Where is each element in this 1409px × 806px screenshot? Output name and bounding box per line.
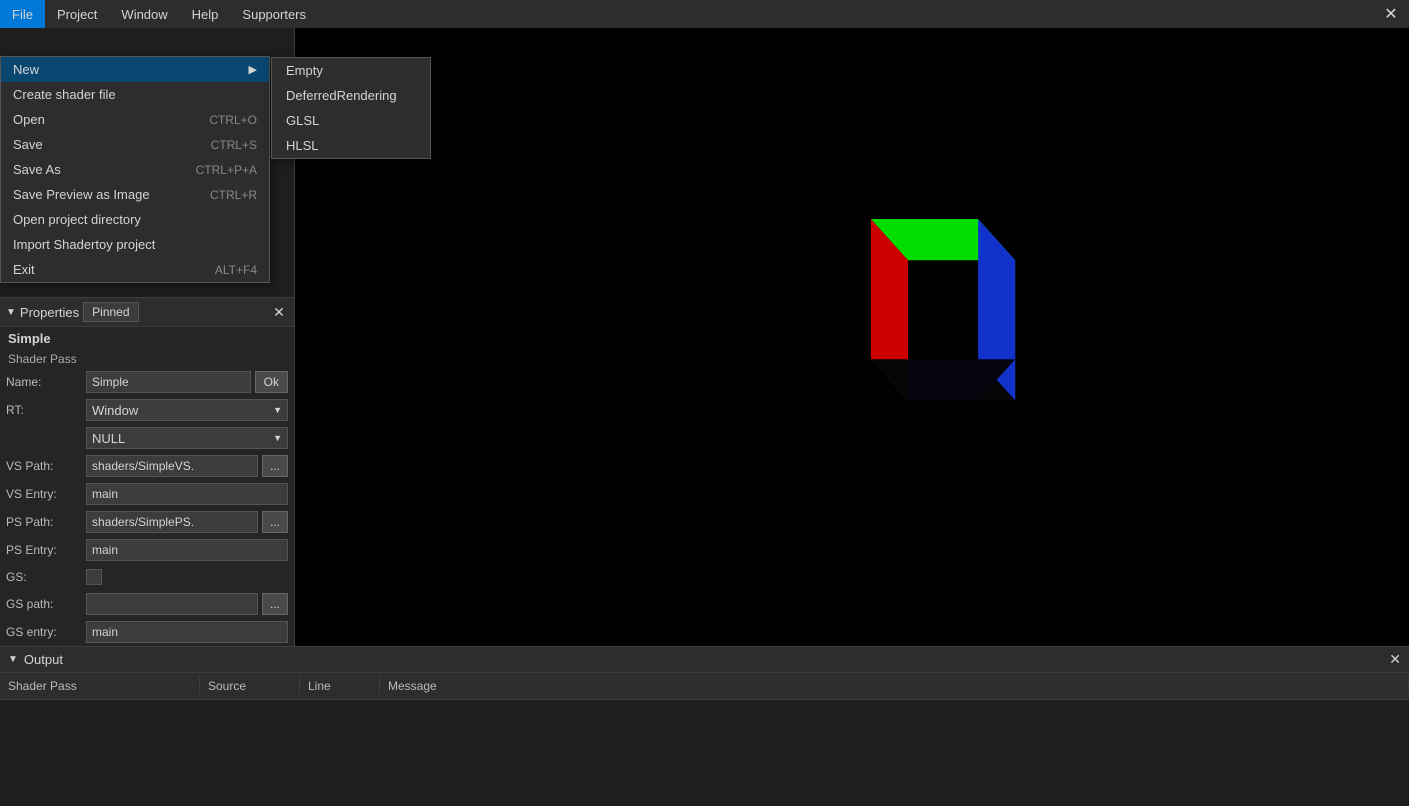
- output-table-header: Shader Pass Source Line Message: [0, 673, 1409, 700]
- viewport[interactable]: [295, 28, 1409, 646]
- prop-row-ps-entry: PS Entry:: [0, 536, 294, 564]
- prop-dropdown-rt2[interactable]: NULL ▼: [86, 427, 288, 449]
- menu-window[interactable]: Window: [109, 0, 179, 28]
- menu-item-save-preview[interactable]: Save Preview as Image CTRL+R: [1, 182, 269, 207]
- properties-pin-button[interactable]: Pinned: [83, 302, 138, 322]
- submenu-empty[interactable]: Empty: [272, 58, 430, 83]
- prop-input-gs-entry[interactable]: [86, 621, 288, 643]
- prop-row-gs-path: GS path: ...: [0, 590, 294, 618]
- prop-value-vs-path: ...: [86, 455, 288, 477]
- menubar: File Project Window Help Supporters ✕: [0, 0, 1409, 28]
- prop-row-gs-entry: GS entry:: [0, 618, 294, 646]
- prop-row-rt: RT: Window ▼: [0, 396, 294, 424]
- prop-value-rt2: NULL ▼: [86, 427, 288, 449]
- properties-subsection-title: Shader Pass: [0, 350, 294, 368]
- output-content: [0, 700, 1409, 806]
- output-col-shader-pass: Shader Pass: [0, 677, 200, 695]
- prop-ok-button[interactable]: Ok: [255, 371, 288, 393]
- menu-item-exit[interactable]: Exit ALT+F4: [1, 257, 269, 282]
- prop-value-rt: Window ▼: [86, 399, 288, 421]
- output-col-line: Line: [300, 677, 380, 695]
- properties-collapse-icon[interactable]: ▼: [6, 307, 16, 318]
- window-close-button[interactable]: ✕: [1373, 0, 1409, 28]
- prop-value-gs-entry: [86, 621, 288, 643]
- properties-header: ▼ Properties Pinned ✕: [0, 298, 294, 327]
- prop-label-gs: GS:: [6, 570, 86, 584]
- properties-close-button[interactable]: ✕: [270, 303, 288, 321]
- properties-section-title: Simple: [0, 327, 294, 350]
- prop-input-ps-entry[interactable]: [86, 539, 288, 561]
- prop-row-vs-path: VS Path: ...: [0, 452, 294, 480]
- prop-input-vs-entry[interactable]: [86, 483, 288, 505]
- prop-label-gs-entry: GS entry:: [6, 625, 86, 639]
- output-panel: ▼ Output ✕ Shader Pass Source Line Messa…: [0, 646, 1409, 806]
- prop-browse-gs-button[interactable]: ...: [262, 593, 288, 615]
- menu-supporters[interactable]: Supporters: [230, 0, 318, 28]
- submenu-deferred[interactable]: DeferredRendering: [272, 83, 430, 108]
- output-col-source: Source: [200, 677, 300, 695]
- prop-value-ps-entry: [86, 539, 288, 561]
- prop-dropdown-rt[interactable]: Window ▼: [86, 399, 288, 421]
- prop-value-name: Ok: [86, 371, 288, 393]
- prop-label-ps-entry: PS Entry:: [6, 543, 86, 557]
- menu-item-create-shader[interactable]: Create shader file: [1, 82, 269, 107]
- output-title: ▼ Output: [8, 652, 63, 667]
- menu-file[interactable]: File: [0, 0, 45, 28]
- prop-label-vs-entry: VS Entry:: [6, 487, 86, 501]
- properties-title: Properties: [20, 305, 79, 320]
- menu-item-open-project-dir[interactable]: Open project directory: [1, 207, 269, 232]
- prop-input-gs-path[interactable]: [86, 593, 258, 615]
- prop-input-ps-path[interactable]: [86, 511, 258, 533]
- prop-browse-ps-button[interactable]: ...: [262, 511, 288, 533]
- prop-label-vs-path: VS Path:: [6, 459, 86, 473]
- menu-item-save[interactable]: Save CTRL+S: [1, 132, 269, 157]
- submenu-glsl[interactable]: GLSL: [272, 108, 430, 133]
- prop-value-ps-path: ...: [86, 511, 288, 533]
- output-col-message: Message: [380, 677, 1409, 695]
- prop-row-name: Name: Ok: [0, 368, 294, 396]
- properties-panel: ▼ Properties Pinned ✕ Simple Shader Pass…: [0, 297, 294, 646]
- prop-label-rt: RT:: [6, 403, 86, 417]
- prop-row-ps-path: PS Path: ...: [0, 508, 294, 536]
- menu-item-new[interactable]: New ▶ Empty DeferredRendering GLSL HLSL: [1, 57, 269, 82]
- prop-browse-vs-button[interactable]: ...: [262, 455, 288, 477]
- prop-label-name: Name:: [6, 375, 86, 389]
- cube-final: [743, 153, 1073, 483]
- prop-checkbox-gs[interactable]: [86, 569, 102, 585]
- menu-item-open[interactable]: Open CTRL+O: [1, 107, 269, 132]
- main-area: New ▶ Empty DeferredRendering GLSL HLSL …: [0, 28, 1409, 806]
- output-close-button[interactable]: ✕: [1389, 651, 1401, 668]
- prop-input-name[interactable]: [86, 371, 251, 393]
- output-header: ▼ Output ✕: [0, 647, 1409, 673]
- dropdown-arrow-icon: ▼: [273, 405, 282, 415]
- submenu-hlsl[interactable]: HLSL: [272, 133, 430, 158]
- prop-label-gs-path: GS path:: [6, 597, 86, 611]
- new-submenu: Empty DeferredRendering GLSL HLSL: [271, 57, 431, 159]
- menu-item-save-as[interactable]: Save As CTRL+P+A: [1, 157, 269, 182]
- dropdown-arrow2-icon: ▼: [273, 433, 282, 443]
- menu-item-import-shadertoy[interactable]: Import Shadertoy project: [1, 232, 269, 257]
- prop-row-gs: GS:: [0, 564, 294, 590]
- prop-value-vs-entry: [86, 483, 288, 505]
- file-dropdown-menu: New ▶ Empty DeferredRendering GLSL HLSL …: [0, 56, 270, 283]
- menu-help[interactable]: Help: [180, 0, 231, 28]
- output-collapse-icon[interactable]: ▼: [8, 654, 18, 665]
- prop-value-gs: [86, 569, 288, 585]
- prop-value-gs-path: ...: [86, 593, 288, 615]
- prop-input-vs-path[interactable]: [86, 455, 258, 477]
- prop-row-vs-entry: VS Entry:: [0, 480, 294, 508]
- submenu-arrow-icon: ▶: [249, 63, 257, 76]
- menu-project[interactable]: Project: [45, 0, 109, 28]
- prop-label-ps-path: PS Path:: [6, 515, 86, 529]
- prop-row-rt2: NULL ▼: [0, 424, 294, 452]
